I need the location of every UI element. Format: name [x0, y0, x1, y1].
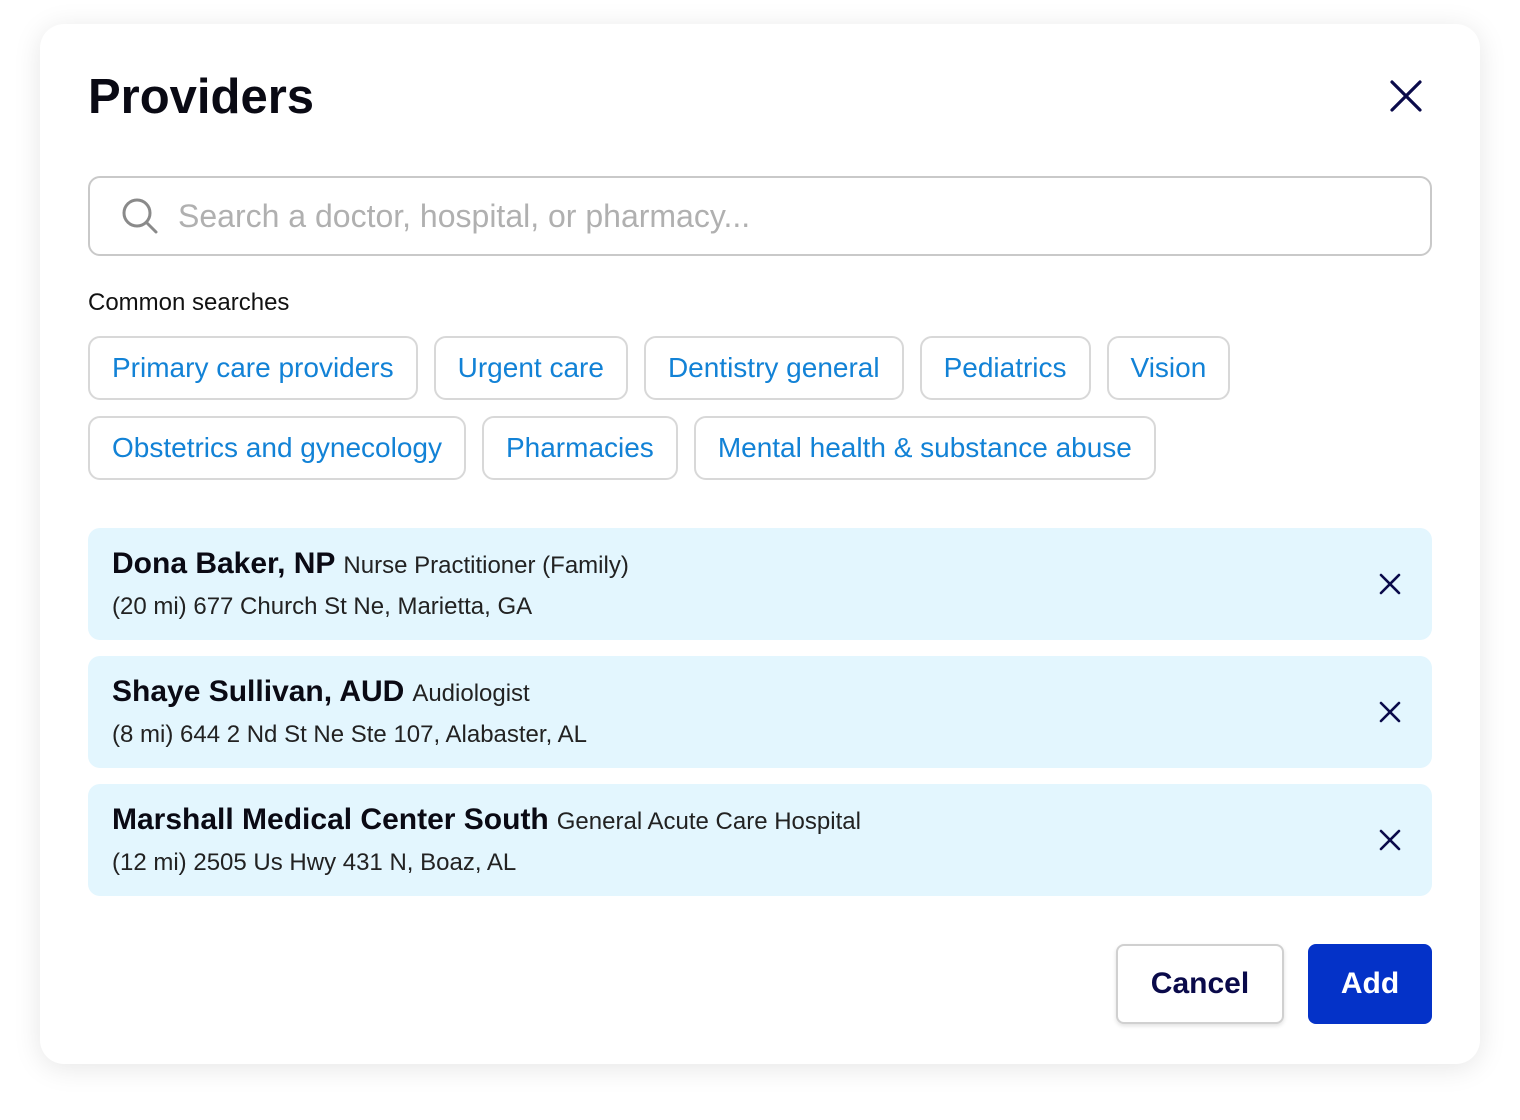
provider-address: (20 mi) 677 Church St Ne, Marietta, GA	[112, 593, 533, 620]
search-input[interactable]	[176, 196, 1406, 236]
common-searches-label: Common searches	[88, 289, 290, 316]
provider-address: (12 mi) 2505 Us Hwy 431 N, Boaz, AL	[112, 849, 517, 876]
provider-name: Dona Baker, NP	[112, 547, 336, 580]
chip-obstetrics-and-gynecology[interactable]: Obstetrics and gynecology	[88, 416, 466, 480]
chip-pediatrics[interactable]: Pediatrics	[919, 336, 1091, 400]
dialog-title: Providers	[88, 70, 315, 124]
remove-provider-button[interactable]	[1372, 822, 1408, 858]
providers-dialog: Providers Common searches Primary care p…	[40, 24, 1480, 1064]
provider-item: Dona Baker, NP Nurse Practitioner (Famil…	[88, 528, 1432, 640]
close-icon	[1379, 573, 1401, 595]
chip-urgent-care[interactable]: Urgent care	[433, 336, 628, 400]
close-icon	[1390, 80, 1422, 112]
provider-heading: Shaye Sullivan, AUD Audiologist	[112, 674, 1408, 712]
chip-dentistry-general[interactable]: Dentistry general	[643, 336, 904, 400]
chip-mental-health-substance-abuse[interactable]: Mental health & substance abuse	[693, 416, 1156, 480]
close-icon	[1379, 701, 1401, 723]
provider-address: (8 mi) 644 2 Nd St Ne Ste 107, Alabaster…	[112, 721, 587, 748]
common-searches-chips: Primary care providers Urgent care Denti…	[88, 336, 1448, 480]
cancel-button[interactable]: Cancel	[1116, 944, 1284, 1024]
close-button[interactable]	[1382, 72, 1430, 120]
provider-type: General Acute Care Hospital	[556, 808, 861, 835]
provider-item: Marshall Medical Center South General Ac…	[88, 784, 1432, 896]
add-button[interactable]: Add	[1308, 944, 1432, 1024]
remove-provider-button[interactable]	[1372, 566, 1408, 602]
provider-type: Nurse Practitioner (Family)	[343, 552, 629, 579]
provider-name: Marshall Medical Center South	[112, 803, 549, 836]
chip-vision[interactable]: Vision	[1106, 336, 1231, 400]
remove-provider-button[interactable]	[1372, 694, 1408, 730]
search-icon	[120, 196, 160, 236]
provider-type: Audiologist	[412, 680, 530, 707]
provider-heading: Marshall Medical Center South General Ac…	[112, 802, 1408, 840]
provider-name: Shaye Sullivan, AUD	[112, 675, 405, 708]
close-icon	[1379, 829, 1401, 851]
provider-heading: Dona Baker, NP Nurse Practitioner (Famil…	[112, 546, 1408, 584]
search-box[interactable]	[88, 176, 1432, 256]
chip-pharmacies[interactable]: Pharmacies	[481, 416, 678, 480]
selected-providers-list: Dona Baker, NP Nurse Practitioner (Famil…	[88, 528, 1432, 896]
chip-primary-care-providers[interactable]: Primary care providers	[88, 336, 418, 400]
provider-item: Shaye Sullivan, AUD Audiologist (8 mi) 6…	[88, 656, 1432, 768]
